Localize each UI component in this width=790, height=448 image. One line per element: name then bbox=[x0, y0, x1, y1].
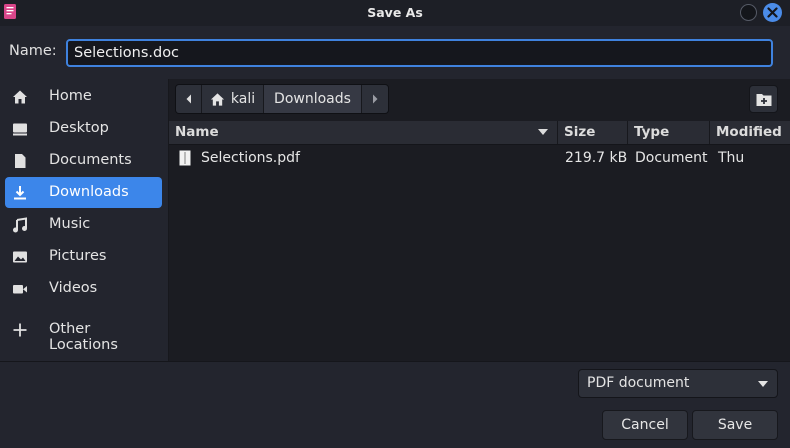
column-header-size[interactable]: Size bbox=[558, 121, 628, 144]
chevron-left-icon bbox=[186, 94, 191, 104]
sidebar-item-desktop[interactable]: Desktop bbox=[5, 113, 162, 144]
table-row[interactable]: Selections.pdf 219.7 kB Document Thu bbox=[169, 146, 790, 171]
path-current-label: Downloads bbox=[274, 91, 351, 107]
column-header-label: Modified bbox=[716, 124, 782, 140]
title-bar: Save As bbox=[0, 0, 790, 26]
new-folder-button[interactable] bbox=[749, 85, 778, 113]
sidebar-item-label: Music bbox=[49, 216, 91, 232]
sort-down-icon bbox=[538, 129, 548, 135]
sidebar-item-label: Pictures bbox=[49, 248, 107, 264]
save-button[interactable]: Save bbox=[692, 410, 778, 440]
save-button-label: Save bbox=[717, 417, 753, 433]
filter-selected-label: PDF document bbox=[587, 375, 690, 391]
path-downloads-button[interactable]: Downloads bbox=[264, 85, 362, 113]
minimize-button[interactable] bbox=[740, 4, 757, 21]
file-modified: Thu bbox=[718, 150, 745, 166]
file-size: 219.7 kB bbox=[565, 150, 628, 166]
sidebar-item-label: Documents bbox=[49, 152, 132, 168]
cancel-button[interactable]: Cancel bbox=[602, 410, 688, 440]
file-type-filter-dropdown[interactable]: PDF document bbox=[578, 369, 778, 398]
file-type: Document bbox=[635, 150, 708, 166]
close-icon bbox=[767, 7, 778, 18]
column-header-modified[interactable]: Modified bbox=[710, 121, 790, 144]
pictures-icon bbox=[13, 251, 27, 263]
column-header-label: Type bbox=[634, 124, 670, 140]
window-title: Save As bbox=[367, 5, 423, 20]
sidebar-item-home[interactable]: Home bbox=[5, 81, 162, 112]
divider bbox=[0, 361, 790, 362]
chevron-right-icon bbox=[373, 94, 378, 104]
sidebar-item-label: Downloads bbox=[49, 184, 129, 200]
close-button[interactable] bbox=[763, 3, 782, 22]
path-forward-button[interactable] bbox=[362, 85, 388, 113]
sidebar-item-label: Home bbox=[49, 88, 92, 104]
column-header-label: Size bbox=[564, 124, 596, 140]
sidebar-item-label: Other Locations bbox=[49, 321, 118, 353]
home-icon bbox=[210, 92, 224, 106]
new-folder-icon bbox=[756, 94, 772, 106]
sidebar-item-documents[interactable]: Documents bbox=[5, 145, 162, 176]
desktop-icon bbox=[13, 123, 27, 136]
sidebar-item-downloads[interactable]: Downloads bbox=[5, 177, 162, 208]
pdf-file-icon bbox=[179, 150, 191, 166]
sidebar-item-pictures[interactable]: Pictures bbox=[5, 241, 162, 272]
download-icon bbox=[14, 186, 26, 200]
home-icon bbox=[13, 90, 27, 104]
filename-input[interactable] bbox=[66, 39, 773, 67]
cancel-button-label: Cancel bbox=[621, 417, 669, 433]
column-header-name[interactable]: Name bbox=[169, 121, 558, 144]
sidebar-item-label: Desktop bbox=[49, 120, 109, 136]
places-sidebar: Home Desktop Documents Downloads Music P… bbox=[0, 79, 169, 361]
documents-icon bbox=[15, 154, 26, 168]
column-header-label: Name bbox=[175, 124, 219, 140]
file-list-header: Name Size Type Modified bbox=[169, 121, 790, 145]
name-label: Name: bbox=[9, 43, 57, 59]
plus-icon bbox=[13, 323, 27, 337]
column-header-type[interactable]: Type bbox=[628, 121, 710, 144]
path-back-button[interactable] bbox=[176, 85, 202, 113]
chevron-down-icon bbox=[758, 381, 768, 387]
sidebar-item-videos[interactable]: Videos bbox=[5, 273, 162, 304]
sidebar-item-label: Videos bbox=[49, 280, 98, 296]
videos-icon bbox=[13, 285, 27, 294]
path-home-label: kali bbox=[230, 91, 256, 107]
path-home-button[interactable]: kali bbox=[202, 85, 264, 113]
path-bar: kali Downloads bbox=[175, 84, 389, 114]
file-name: Selections.pdf bbox=[201, 150, 300, 166]
music-icon bbox=[13, 217, 27, 233]
sidebar-item-other-locations[interactable]: Other Locations bbox=[5, 314, 162, 353]
sidebar-item-music[interactable]: Music bbox=[5, 209, 162, 240]
